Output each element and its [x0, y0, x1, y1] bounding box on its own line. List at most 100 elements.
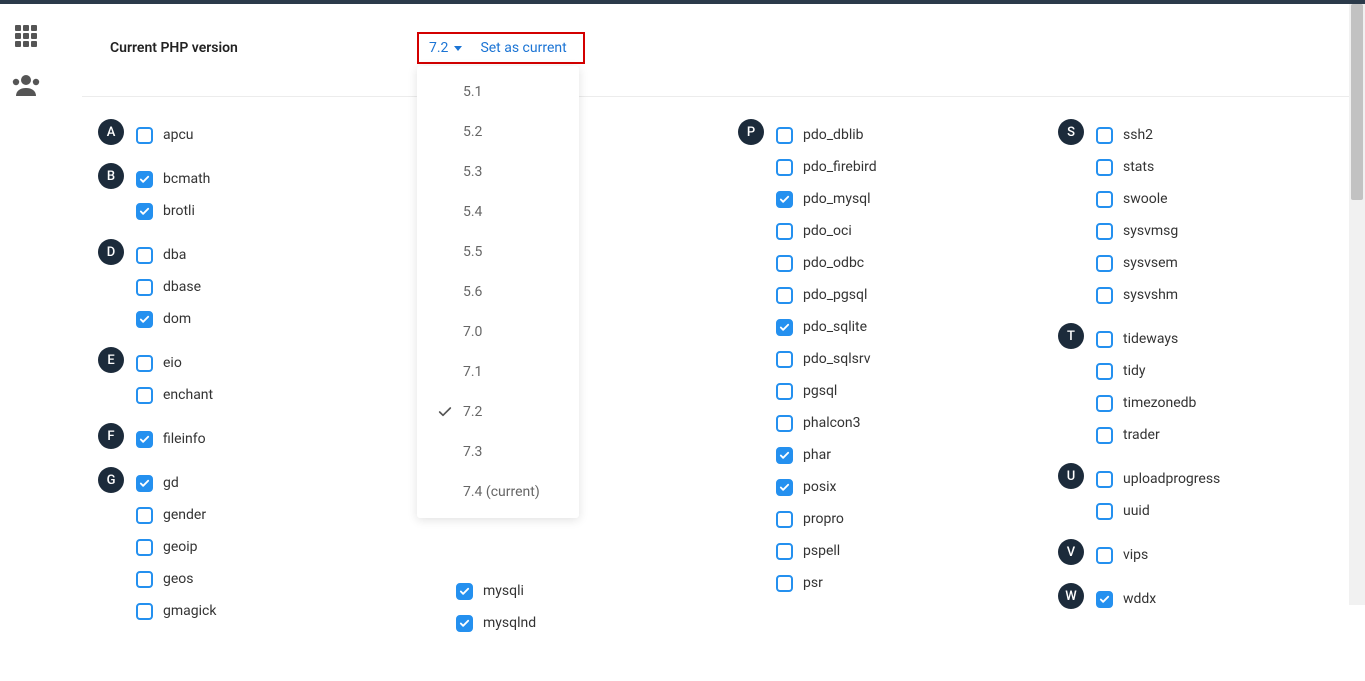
letter-items: eioenchant [136, 347, 402, 411]
extension-name: trader [1123, 427, 1160, 443]
extension-row: fileinfo [136, 423, 402, 455]
scrollbar-thumb[interactable] [1351, 4, 1363, 200]
extension-checkbox[interactable] [136, 539, 153, 556]
version-option[interactable]: 7.3 [417, 432, 579, 472]
extension-row: trader [1096, 419, 1362, 451]
users-icon[interactable] [12, 74, 40, 100]
extension-checkbox[interactable] [136, 387, 153, 404]
extension-checkbox[interactable] [1096, 427, 1113, 444]
extension-row: timezonedb [1096, 387, 1362, 419]
letter-col: W [1042, 583, 1096, 609]
extension-row: pdo_sqlsrv [776, 343, 1042, 375]
version-option[interactable]: 5.3 [417, 152, 579, 192]
extension-row: pspell [776, 535, 1042, 567]
version-option[interactable]: 7.4 (current) [417, 472, 579, 512]
extension-name: pdo_oci [803, 223, 852, 239]
extension-checkbox[interactable] [136, 203, 153, 220]
letter-col: T [1042, 323, 1096, 349]
extension-checkbox[interactable] [1096, 159, 1113, 176]
extension-checkbox[interactable] [1096, 547, 1113, 564]
extension-checkbox[interactable] [776, 191, 793, 208]
letter-badge: S [1058, 119, 1084, 145]
extension-checkbox[interactable] [1096, 395, 1113, 412]
extension-row: geos [136, 563, 402, 595]
version-option[interactable]: 5.5 [417, 232, 579, 272]
extension-checkbox[interactable] [136, 279, 153, 296]
extension-checkbox[interactable] [136, 507, 153, 524]
version-option[interactable]: 5.6 [417, 272, 579, 312]
extension-row: pgsql [776, 375, 1042, 407]
extension-name: propro [803, 511, 844, 527]
extension-checkbox[interactable] [776, 511, 793, 528]
extension-checkbox[interactable] [776, 543, 793, 560]
extension-name: dba [163, 247, 186, 263]
extension-checkbox[interactable] [1096, 287, 1113, 304]
extension-row: geoip [136, 531, 402, 563]
letter-col: S [1042, 119, 1096, 145]
version-option[interactable]: 7.1 [417, 352, 579, 392]
version-option-label: 7.3 [463, 444, 569, 460]
extension-checkbox[interactable] [136, 603, 153, 620]
vertical-scrollbar[interactable] [1349, 4, 1365, 605]
extension-name: phar [803, 447, 831, 463]
php-version-dropdown[interactable]: 7.2 [429, 40, 462, 56]
extension-checkbox[interactable] [776, 415, 793, 432]
extension-checkbox[interactable] [776, 223, 793, 240]
extension-checkbox[interactable] [776, 287, 793, 304]
extension-row: gd [136, 467, 402, 499]
extension-checkbox[interactable] [136, 247, 153, 264]
extension-checkbox[interactable] [456, 583, 473, 600]
letter-items: bcmathbrotli [136, 163, 402, 227]
extension-checkbox[interactable] [136, 127, 153, 144]
extension-checkbox[interactable] [136, 171, 153, 188]
extension-row: brotli [136, 195, 402, 227]
extension-checkbox[interactable] [776, 575, 793, 592]
extension-row: ssh2 [1096, 119, 1362, 151]
extension-checkbox[interactable] [776, 351, 793, 368]
apps-grid-icon[interactable] [14, 24, 38, 52]
version-option-label: 5.1 [463, 84, 569, 100]
extension-checkbox[interactable] [776, 255, 793, 272]
extension-checkbox[interactable] [136, 475, 153, 492]
version-option-label: 5.4 [463, 204, 569, 220]
extension-checkbox[interactable] [1096, 503, 1113, 520]
extension-checkbox[interactable] [456, 615, 473, 632]
version-option-label: 7.4 (current) [463, 484, 569, 500]
version-option[interactable]: 7.2 [417, 392, 579, 432]
extension-checkbox[interactable] [136, 431, 153, 448]
extension-checkbox[interactable] [776, 319, 793, 336]
extension-checkbox[interactable] [1096, 191, 1113, 208]
extension-checkbox[interactable] [1096, 255, 1113, 272]
header-row: Current PHP version 7.2 Set as current 5… [82, 22, 1362, 97]
set-as-current-link[interactable]: Set as current [480, 40, 566, 56]
extension-name: dbase [163, 279, 201, 295]
extension-checkbox[interactable] [1096, 127, 1113, 144]
extension-checkbox[interactable] [136, 311, 153, 328]
extension-checkbox[interactable] [1096, 363, 1113, 380]
version-option[interactable]: 5.4 [417, 192, 579, 232]
main-layout: Current PHP version 7.2 Set as current 5… [0, 4, 1365, 681]
extension-checkbox[interactable] [1096, 331, 1113, 348]
version-option[interactable]: 7.0 [417, 312, 579, 352]
selected-version-text: 7.2 [429, 40, 448, 56]
extension-checkbox[interactable] [776, 383, 793, 400]
extension-checkbox[interactable] [776, 447, 793, 464]
extension-checkbox[interactable] [776, 479, 793, 496]
version-option[interactable]: 5.1 [417, 72, 579, 112]
extension-checkbox[interactable] [136, 355, 153, 372]
extension-checkbox[interactable] [1096, 223, 1113, 240]
extension-checkbox[interactable] [776, 159, 793, 176]
letter-col: B [82, 163, 136, 189]
extension-name: pdo_dblib [803, 127, 863, 143]
extension-row: phar [776, 439, 1042, 471]
extension-name: geoip [163, 539, 198, 555]
extension-checkbox[interactable] [776, 127, 793, 144]
extension-name: enchant [163, 387, 213, 403]
extension-checkbox[interactable] [136, 571, 153, 588]
version-option[interactable]: 5.2 [417, 112, 579, 152]
extension-name: stats [1123, 159, 1154, 175]
extension-row: dom [136, 303, 402, 335]
content-area: Current PHP version 7.2 Set as current 5… [52, 4, 1365, 681]
letter-items: ssh2statsswoolesysvmsgsysvsemsysvshm [1096, 119, 1362, 311]
extension-checkbox[interactable] [1096, 471, 1113, 488]
